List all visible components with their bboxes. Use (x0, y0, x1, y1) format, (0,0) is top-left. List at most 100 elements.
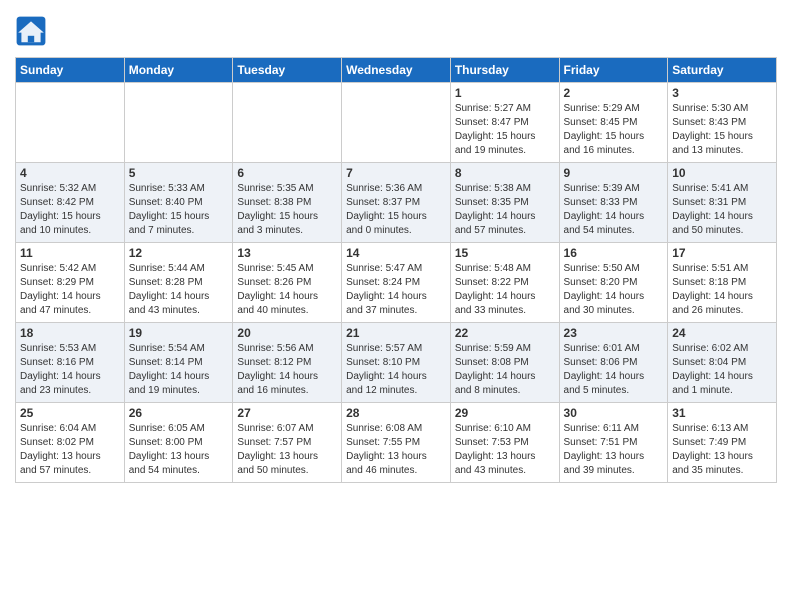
calendar-cell: 9 Sunrise: 5:39 AMSunset: 8:33 PMDaylight… (559, 163, 668, 243)
calendar-cell (124, 83, 233, 163)
day-number: 12 (129, 246, 229, 260)
calendar-cell: 25 Sunrise: 6:04 AMSunset: 8:02 PMDayligh… (16, 403, 125, 483)
calendar-cell: 16 Sunrise: 5:50 AMSunset: 8:20 PMDayligh… (559, 243, 668, 323)
day-number: 9 (564, 166, 664, 180)
day-info: Sunrise: 5:27 AMSunset: 8:47 PMDaylight:… (455, 102, 555, 158)
calendar-cell: 22 Sunrise: 5:59 AMSunset: 8:08 PMDayligh… (450, 323, 559, 403)
day-number: 23 (564, 326, 664, 340)
day-info: Sunrise: 5:44 AMSunset: 8:28 PMDaylight:… (129, 262, 229, 318)
day-info: Sunrise: 6:13 AMSunset: 7:49 PMDaylight:… (672, 422, 772, 478)
day-info: Sunrise: 5:41 AMSunset: 8:31 PMDaylight:… (672, 182, 772, 238)
weekday-header-friday: Friday (559, 58, 668, 83)
day-number: 18 (20, 326, 120, 340)
day-number: 4 (20, 166, 120, 180)
calendar-cell: 11 Sunrise: 5:42 AMSunset: 8:29 PMDayligh… (16, 243, 125, 323)
calendar-cell: 18 Sunrise: 5:53 AMSunset: 8:16 PMDayligh… (16, 323, 125, 403)
day-info: Sunrise: 5:36 AMSunset: 8:37 PMDaylight:… (346, 182, 446, 238)
calendar-cell: 29 Sunrise: 6:10 AMSunset: 7:53 PMDayligh… (450, 403, 559, 483)
day-info: Sunrise: 6:11 AMSunset: 7:51 PMDaylight:… (564, 422, 664, 478)
day-info: Sunrise: 5:57 AMSunset: 8:10 PMDaylight:… (346, 342, 446, 398)
day-info: Sunrise: 5:54 AMSunset: 8:14 PMDaylight:… (129, 342, 229, 398)
calendar-cell: 21 Sunrise: 5:57 AMSunset: 8:10 PMDayligh… (342, 323, 451, 403)
day-info: Sunrise: 5:48 AMSunset: 8:22 PMDaylight:… (455, 262, 555, 318)
calendar-cell: 10 Sunrise: 5:41 AMSunset: 8:31 PMDayligh… (668, 163, 777, 243)
calendar-cell: 28 Sunrise: 6:08 AMSunset: 7:55 PMDayligh… (342, 403, 451, 483)
calendar-cell: 12 Sunrise: 5:44 AMSunset: 8:28 PMDayligh… (124, 243, 233, 323)
weekday-header-monday: Monday (124, 58, 233, 83)
day-number: 16 (564, 246, 664, 260)
day-info: Sunrise: 5:53 AMSunset: 8:16 PMDaylight:… (20, 342, 120, 398)
calendar-cell: 7 Sunrise: 5:36 AMSunset: 8:37 PMDaylight… (342, 163, 451, 243)
calendar-cell: 4 Sunrise: 5:32 AMSunset: 8:42 PMDaylight… (16, 163, 125, 243)
calendar-cell: 5 Sunrise: 5:33 AMSunset: 8:40 PMDaylight… (124, 163, 233, 243)
day-number: 27 (237, 406, 337, 420)
day-info: Sunrise: 5:47 AMSunset: 8:24 PMDaylight:… (346, 262, 446, 318)
calendar-cell: 30 Sunrise: 6:11 AMSunset: 7:51 PMDayligh… (559, 403, 668, 483)
day-number: 3 (672, 86, 772, 100)
day-info: Sunrise: 5:59 AMSunset: 8:08 PMDaylight:… (455, 342, 555, 398)
day-number: 5 (129, 166, 229, 180)
calendar-cell (16, 83, 125, 163)
calendar-cell: 6Sunrise: 5:35 AMSunset: 8:38 PMDaylight… (233, 163, 342, 243)
day-number: 6 (237, 166, 337, 180)
calendar-cell: 26 Sunrise: 6:05 AMSunset: 8:00 PMDayligh… (124, 403, 233, 483)
day-number: 28 (346, 406, 446, 420)
page-header (15, 15, 777, 47)
calendar-cell: 3 Sunrise: 5:30 AMSunset: 8:43 PMDaylight… (668, 83, 777, 163)
day-number: 8 (455, 166, 555, 180)
day-info: Sunrise: 6:04 AMSunset: 8:02 PMDaylight:… (20, 422, 120, 478)
calendar-cell (342, 83, 451, 163)
calendar-cell: 24Sunrise: 6:02 AMSunset: 8:04 PMDayligh… (668, 323, 777, 403)
day-info: Sunrise: 6:07 AMSunset: 7:57 PMDaylight:… (237, 422, 337, 478)
weekday-header-wednesday: Wednesday (342, 58, 451, 83)
day-info: Sunrise: 6:05 AMSunset: 8:00 PMDaylight:… (129, 422, 229, 478)
day-number: 14 (346, 246, 446, 260)
day-number: 7 (346, 166, 446, 180)
day-info: Sunrise: 5:30 AMSunset: 8:43 PMDaylight:… (672, 102, 772, 158)
day-number: 31 (672, 406, 772, 420)
calendar-cell: 27 Sunrise: 6:07 AMSunset: 7:57 PMDayligh… (233, 403, 342, 483)
calendar-cell (233, 83, 342, 163)
logo (15, 15, 51, 47)
day-number: 15 (455, 246, 555, 260)
day-number: 1 (455, 86, 555, 100)
day-info: Sunrise: 5:29 AMSunset: 8:45 PMDaylight:… (564, 102, 664, 158)
calendar-table: SundayMondayTuesdayWednesdayThursdayFrid… (15, 57, 777, 483)
calendar-cell: 1 Sunrise: 5:27 AMSunset: 8:47 PMDaylight… (450, 83, 559, 163)
day-info: Sunrise: 5:56 AMSunset: 8:12 PMDaylight:… (237, 342, 337, 398)
day-number: 10 (672, 166, 772, 180)
calendar-cell: 8Sunrise: 5:38 AMSunset: 8:35 PMDaylight… (450, 163, 559, 243)
day-number: 29 (455, 406, 555, 420)
calendar-cell: 14 Sunrise: 5:47 AMSunset: 8:24 PMDayligh… (342, 243, 451, 323)
day-info: Sunrise: 6:10 AMSunset: 7:53 PMDaylight:… (455, 422, 555, 478)
day-info: Sunrise: 6:01 AMSunset: 8:06 PMDaylight:… (564, 342, 664, 398)
day-number: 17 (672, 246, 772, 260)
day-number: 22 (455, 326, 555, 340)
logo-icon (15, 15, 47, 47)
day-number: 25 (20, 406, 120, 420)
calendar-cell: 23 Sunrise: 6:01 AMSunset: 8:06 PMDayligh… (559, 323, 668, 403)
day-number: 11 (20, 246, 120, 260)
day-number: 26 (129, 406, 229, 420)
day-info: Sunrise: 6:08 AMSunset: 7:55 PMDaylight:… (346, 422, 446, 478)
calendar-cell: 15 Sunrise: 5:48 AMSunset: 8:22 PMDayligh… (450, 243, 559, 323)
day-number: 2 (564, 86, 664, 100)
day-info: Sunrise: 5:50 AMSunset: 8:20 PMDaylight:… (564, 262, 664, 318)
day-info: Sunrise: 5:33 AMSunset: 8:40 PMDaylight:… (129, 182, 229, 238)
calendar-cell: 17Sunrise: 5:51 AMSunset: 8:18 PMDayligh… (668, 243, 777, 323)
day-number: 13 (237, 246, 337, 260)
calendar-cell: 13Sunrise: 5:45 AMSunset: 8:26 PMDayligh… (233, 243, 342, 323)
day-number: 19 (129, 326, 229, 340)
day-info: Sunrise: 5:39 AMSunset: 8:33 PMDaylight:… (564, 182, 664, 238)
day-number: 30 (564, 406, 664, 420)
calendar-cell: 31 Sunrise: 6:13 AMSunset: 7:49 PMDayligh… (668, 403, 777, 483)
weekday-header-saturday: Saturday (668, 58, 777, 83)
weekday-header-tuesday: Tuesday (233, 58, 342, 83)
day-info: Sunrise: 5:32 AMSunset: 8:42 PMDaylight:… (20, 182, 120, 238)
weekday-header-sunday: Sunday (16, 58, 125, 83)
calendar-cell: 20 Sunrise: 5:56 AMSunset: 8:12 PMDayligh… (233, 323, 342, 403)
day-number: 20 (237, 326, 337, 340)
day-info: Sunrise: 5:42 AMSunset: 8:29 PMDaylight:… (20, 262, 120, 318)
day-number: 21 (346, 326, 446, 340)
weekday-header-thursday: Thursday (450, 58, 559, 83)
